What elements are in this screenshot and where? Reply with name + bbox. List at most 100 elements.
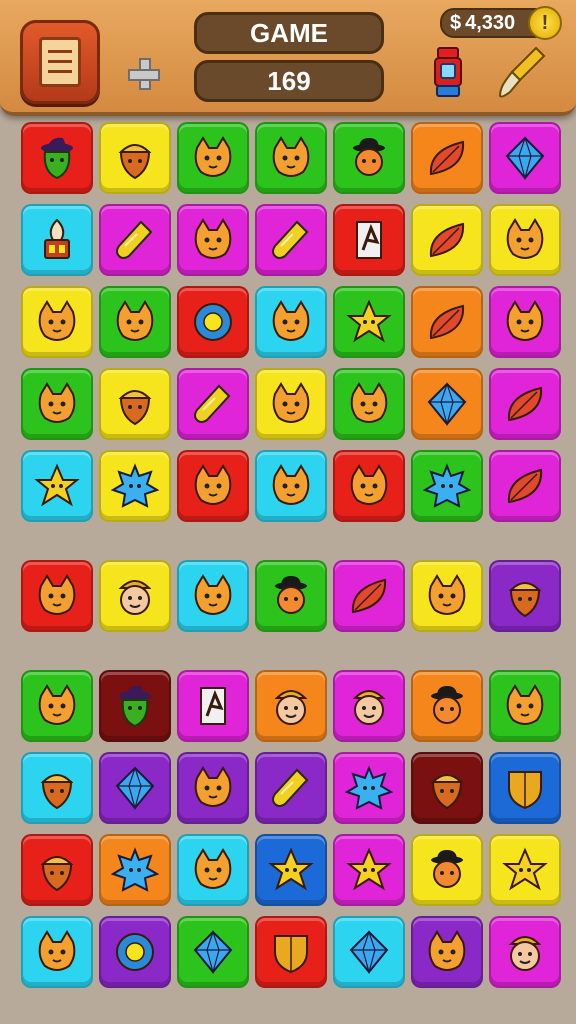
board-tile[interactable] — [21, 450, 93, 522]
board-tile[interactable] — [489, 752, 561, 824]
cat-icon — [272, 136, 310, 177]
board-tile[interactable] — [21, 368, 93, 440]
board-tile[interactable] — [177, 122, 249, 194]
board-tile[interactable] — [333, 368, 405, 440]
menu-button[interactable] — [20, 20, 100, 104]
board-tile[interactable] — [255, 286, 327, 358]
board-tile[interactable] — [411, 286, 483, 358]
cat-icon — [428, 574, 466, 615]
coin-icon[interactable]: ! — [528, 6, 562, 40]
board-tile[interactable] — [177, 368, 249, 440]
board-tile[interactable] — [411, 450, 483, 522]
cat-icon — [272, 464, 310, 505]
board-tile[interactable] — [177, 916, 249, 988]
board-tile[interactable] — [21, 204, 93, 276]
gem-icon — [349, 930, 389, 975]
plus-icon[interactable] — [128, 58, 160, 90]
board-tile[interactable] — [21, 916, 93, 988]
board-tile[interactable] — [489, 286, 561, 358]
board-tile[interactable] — [177, 286, 249, 358]
board-tile[interactable] — [99, 752, 171, 824]
board-tile[interactable] — [177, 450, 249, 522]
board-tile[interactable] — [255, 204, 327, 276]
top-hud: GAME 169 $ 4,330 ! — [0, 0, 576, 116]
leaf-icon — [429, 304, 465, 340]
face-icon — [118, 580, 152, 615]
board-tile[interactable] — [255, 670, 327, 742]
board-tile[interactable] — [333, 916, 405, 988]
board-tile[interactable] — [177, 560, 249, 632]
board-tile[interactable] — [21, 670, 93, 742]
board-tile[interactable] — [21, 752, 93, 824]
board-tile[interactable] — [333, 204, 405, 276]
board-tile[interactable] — [333, 450, 405, 522]
board-tile[interactable] — [411, 204, 483, 276]
cat-icon — [38, 300, 76, 341]
board-tile[interactable] — [99, 670, 171, 742]
board-tile[interactable] — [21, 286, 93, 358]
board-tile[interactable] — [255, 122, 327, 194]
board-tile[interactable] — [411, 834, 483, 906]
board-tile[interactable] — [489, 204, 561, 276]
board-tile[interactable] — [255, 450, 327, 522]
notepad-icon — [39, 37, 81, 87]
board-tile[interactable] — [333, 286, 405, 358]
lantern-icon[interactable] — [432, 46, 464, 100]
bottle-icon — [272, 220, 309, 259]
acorn-icon — [508, 582, 542, 618]
torch-icon — [44, 218, 70, 259]
cat-icon — [272, 382, 310, 423]
star-icon — [346, 299, 392, 343]
bowler-icon — [431, 850, 463, 888]
board-tile[interactable] — [99, 560, 171, 632]
board-tile[interactable] — [99, 450, 171, 522]
board-tile[interactable] — [333, 560, 405, 632]
cat-icon — [194, 136, 232, 177]
board-tile[interactable] — [255, 368, 327, 440]
board-tile[interactable] — [177, 752, 249, 824]
board-tile[interactable] — [99, 916, 171, 988]
board-tile[interactable] — [489, 834, 561, 906]
board-tile[interactable] — [333, 122, 405, 194]
board-tile[interactable] — [411, 752, 483, 824]
board-tile[interactable] — [489, 450, 561, 522]
board-tile[interactable] — [333, 752, 405, 824]
board-tile[interactable] — [21, 122, 93, 194]
board-tile[interactable] — [177, 670, 249, 742]
board-tile[interactable] — [255, 916, 327, 988]
board-tile[interactable] — [489, 368, 561, 440]
face-icon — [508, 936, 542, 971]
cat-icon — [194, 848, 232, 889]
cat-icon — [272, 300, 310, 341]
currency-value: 4,330 — [465, 11, 516, 34]
board-tile[interactable] — [255, 834, 327, 906]
board-tile[interactable] — [255, 752, 327, 824]
board-tile[interactable] — [411, 670, 483, 742]
board-tile[interactable] — [411, 122, 483, 194]
acorn-icon — [118, 390, 152, 426]
paintbrush-icon[interactable] — [498, 44, 548, 100]
game-title: GAME — [194, 12, 384, 54]
board-tile[interactable] — [333, 834, 405, 906]
gem-icon — [427, 382, 467, 427]
star-icon — [268, 847, 314, 891]
board-tile[interactable] — [411, 368, 483, 440]
board-tile[interactable] — [489, 122, 561, 194]
board-tile[interactable] — [489, 670, 561, 742]
board-tile[interactable] — [411, 560, 483, 632]
board-tile[interactable] — [411, 916, 483, 988]
acorn-icon — [40, 774, 74, 810]
board-tile[interactable] — [489, 560, 561, 632]
board-tile[interactable] — [21, 560, 93, 632]
board-tile[interactable] — [333, 670, 405, 742]
board-tile[interactable] — [489, 916, 561, 988]
board-tile[interactable] — [99, 834, 171, 906]
board-tile[interactable] — [255, 560, 327, 632]
board-tile[interactable] — [177, 204, 249, 276]
board-tile[interactable] — [21, 834, 93, 906]
board-tile[interactable] — [99, 286, 171, 358]
board-tile[interactable] — [99, 122, 171, 194]
board-tile[interactable] — [177, 834, 249, 906]
board-tile[interactable] — [99, 204, 171, 276]
board-tile[interactable] — [99, 368, 171, 440]
